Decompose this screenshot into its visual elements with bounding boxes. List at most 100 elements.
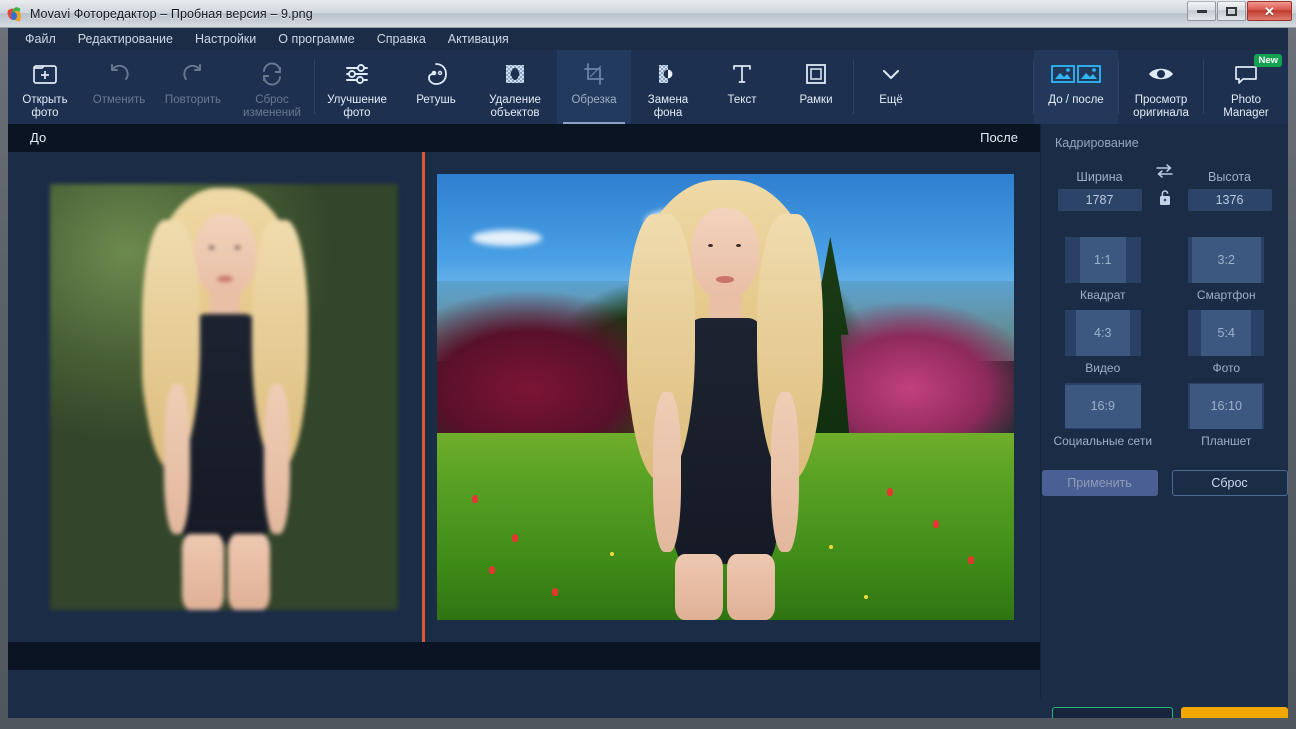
tool-reset-changes[interactable]: Сброс изменений [230, 50, 314, 124]
image-stage[interactable] [8, 152, 1040, 642]
ratio-value: 1:1 [1079, 237, 1126, 283]
before-after-bar: До После [8, 124, 1040, 152]
tool-undo[interactable]: Отменить [82, 50, 156, 124]
tool-label: Удаление объектов [489, 94, 541, 119]
height-input[interactable]: 1376 [1187, 189, 1272, 211]
tool-label: Рамки [799, 94, 833, 106]
tool-label: Photo Manager [1223, 94, 1269, 119]
save-button[interactable]: Сохранить [1052, 707, 1173, 718]
ratio-caption: Квадрат [1080, 288, 1126, 302]
ratio-video[interactable]: 4:3 Видео [1041, 310, 1165, 375]
sliders-icon [343, 58, 371, 90]
tool-redo[interactable]: Повторить [156, 50, 230, 124]
ratio-value: 5:4 [1201, 310, 1252, 356]
canvas-area: До После [8, 124, 1040, 670]
ratio-preview: 1:1 [1064, 237, 1141, 283]
swap-arrows-icon[interactable] [1156, 164, 1173, 183]
tool-retouch[interactable]: Ретушь [399, 50, 473, 124]
tool-label: Улучшение фото [327, 94, 387, 119]
minimize-button[interactable] [1187, 1, 1216, 21]
ratio-caption: Планшет [1201, 434, 1252, 448]
tool-label: Обрезка [571, 94, 617, 106]
ratio-value: 3:2 [1191, 237, 1261, 283]
ratio-preview: 3:2 [1188, 237, 1265, 283]
ratio-preview: 16:10 [1188, 383, 1265, 429]
crop-icon [581, 58, 607, 90]
crop-actions: Применить Сброс [1041, 470, 1288, 496]
tool-background-swap[interactable]: Замена фона [631, 50, 705, 124]
ratio-tablet[interactable]: 16:10 Планшет [1165, 383, 1289, 448]
ratio-preview: 16:9 [1064, 383, 1141, 429]
ratio-caption: Видео [1085, 361, 1121, 375]
tool-more[interactable]: Ещё [854, 50, 928, 124]
before-image [50, 184, 398, 610]
height-label: Высота [1208, 170, 1251, 184]
width-label: Ширина [1076, 170, 1123, 184]
title-bar: Movavi Фоторедактор – Пробная версия – 9… [0, 0, 1296, 28]
tool-label: Ретушь [416, 94, 456, 106]
height-group: Высота 1376 [1183, 170, 1277, 211]
menu-item-settings[interactable]: Настройки [184, 30, 267, 48]
width-input[interactable]: 1787 [1057, 189, 1142, 211]
ratio-caption: Фото [1212, 361, 1241, 375]
chevron-down-icon [878, 58, 904, 90]
folder-plus-icon [32, 58, 58, 90]
close-button[interactable]: ✕ [1247, 1, 1292, 21]
window-controls: ✕ [1187, 1, 1292, 21]
ratio-caption: Смартфон [1196, 288, 1256, 302]
tool-label: Текст [727, 94, 757, 106]
app-frame: Файл Редактирование Настройки О программ… [8, 28, 1288, 718]
ratio-square[interactable]: 1:1 Квадрат [1041, 237, 1165, 302]
size-row: Ширина 1787 Высота 1376 [1041, 164, 1288, 211]
menu-item-help[interactable]: Справка [366, 30, 437, 48]
tool-open-photo[interactable]: Открыть фото [8, 50, 82, 124]
tool-view-original[interactable]: Просмотр оригинала [1119, 50, 1203, 124]
restore-button[interactable] [1217, 1, 1246, 21]
ratio-preview: 5:4 [1188, 310, 1265, 356]
tool-frames[interactable]: Рамки [779, 50, 853, 124]
tool-label: Сброс изменений [243, 94, 301, 119]
undo-icon [106, 58, 132, 90]
tool-enhance-photo[interactable]: Улучшение фото [315, 50, 399, 124]
after-image [437, 174, 1014, 620]
minimize-icon [1196, 9, 1207, 13]
tool-label: Просмотр оригинала [1133, 94, 1189, 119]
lock-aspect-icon[interactable] [1158, 189, 1172, 211]
bottom-action-bar: Сохранить Купить ключ [1040, 698, 1288, 718]
menu-item-activation[interactable]: Активация [437, 30, 520, 48]
background-swap-icon [655, 58, 681, 90]
menu-item-edit[interactable]: Редактирование [67, 30, 184, 48]
size-middle-controls [1147, 164, 1183, 211]
tool-crop[interactable]: Обрезка [557, 50, 631, 124]
reset-button[interactable]: Сброс [1171, 470, 1288, 496]
ratio-smartphone[interactable]: 3:2 Смартфон [1165, 237, 1289, 302]
menu-item-file[interactable]: Файл [14, 30, 67, 48]
text-icon [729, 58, 755, 90]
before-after-icon [1051, 58, 1101, 90]
ratio-photo[interactable]: 5:4 Фото [1165, 310, 1289, 375]
tool-label: До / после [1048, 94, 1104, 106]
retouch-face-icon [423, 58, 449, 90]
apply-button[interactable]: Применить [1041, 470, 1158, 496]
ratio-caption: Социальные сети [1053, 434, 1153, 448]
tool-label: Замена фона [647, 94, 689, 119]
panel-title: Кадрирование [1055, 136, 1139, 150]
tool-before-after[interactable]: До / после [1034, 50, 1118, 124]
application-window: Movavi Фоторедактор – Пробная версия – 9… [0, 0, 1296, 729]
ratio-social[interactable]: 16:9 Социальные сети [1041, 383, 1165, 448]
crop-panel: Кадрирование Ширина 1787 Высота 1376 1:1… [1040, 124, 1288, 718]
tool-label: Ещё [879, 94, 903, 106]
tool-text[interactable]: Текст [705, 50, 779, 124]
ratio-value: 16:9 [1064, 384, 1141, 428]
tool-object-removal[interactable]: Удаление объектов [473, 50, 557, 124]
tool-label: Отменить [92, 94, 146, 106]
tool-label: Повторить [164, 94, 222, 106]
menu-item-about[interactable]: О программе [267, 30, 365, 48]
object-removal-icon [502, 58, 528, 90]
tool-photo-manager[interactable]: New Photo Manager [1204, 50, 1288, 124]
redo-icon [180, 58, 206, 90]
close-icon: ✕ [1264, 3, 1275, 19]
buy-key-button[interactable]: Купить ключ [1180, 707, 1288, 718]
model-silhouette-before [124, 184, 324, 610]
